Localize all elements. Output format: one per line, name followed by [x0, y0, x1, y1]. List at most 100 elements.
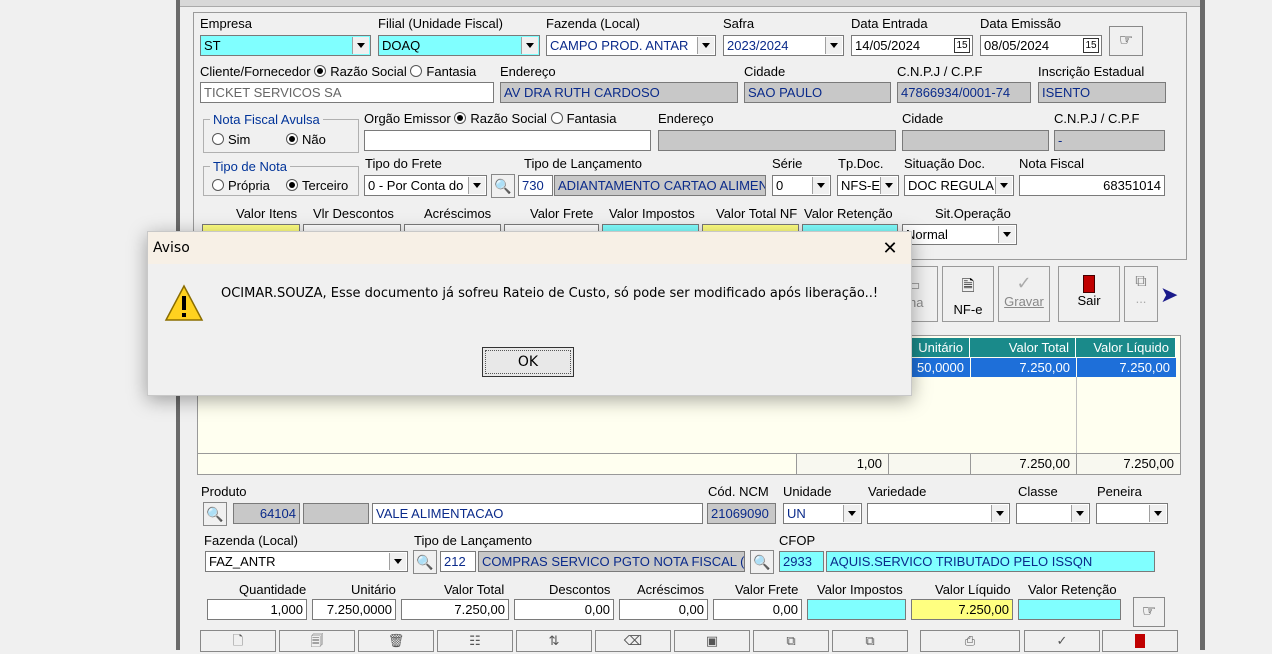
dropdown-arrow-icon[interactable]	[468, 177, 485, 194]
item-retencao-field[interactable]	[1018, 599, 1121, 620]
orgao-fantasia-radio[interactable]	[550, 112, 563, 124]
item-liquido-field[interactable]: 7.250,00	[911, 599, 1013, 620]
dropdown-arrow-icon[interactable]	[825, 37, 842, 54]
nao-radio[interactable]: Não	[286, 132, 326, 147]
magnifier-icon[interactable]: 🔍	[413, 550, 437, 574]
razao-radio[interactable]	[314, 65, 327, 77]
pointing-hand-icon[interactable]: ☞	[1133, 597, 1165, 627]
classe-select[interactable]	[1016, 503, 1090, 524]
magnifier-icon[interactable]: 🔍	[750, 550, 774, 574]
dropdown-arrow-icon[interactable]	[880, 177, 897, 194]
dialog-titlebar[interactable]: Aviso ✕	[148, 232, 911, 264]
cfop-desc-field[interactable]: AQUIS.SERVICO TRIBUTADO PELO ISSQN	[826, 551, 1155, 572]
cnpj-field[interactable]: 47866934/0001-74	[897, 82, 1031, 103]
item-total-field[interactable]: 7.250,00	[401, 599, 509, 620]
bottom-edit-button[interactable]: 🗐	[279, 630, 355, 652]
dropdown-arrow-icon[interactable]	[998, 226, 1015, 243]
pointing-hand-icon[interactable]: ☞	[1109, 26, 1143, 56]
lanc-code-field[interactable]: 730	[518, 175, 553, 196]
ncm-field[interactable]: 21069090	[707, 503, 776, 524]
quantidade-field[interactable]: 1,000	[207, 599, 307, 620]
close-icon[interactable]: ✕	[879, 237, 901, 259]
gravar-button[interactable]: ✓ Gravar	[998, 266, 1050, 322]
item-frete-field[interactable]: 0,00	[713, 599, 802, 620]
propria-radio[interactable]: Própria	[212, 178, 270, 193]
terceiro-radio[interactable]: Terceiro	[286, 178, 348, 193]
bottom-new-button[interactable]: 🗋	[200, 630, 276, 652]
dropdown-arrow-icon[interactable]	[843, 505, 860, 522]
item-lanc-code-field[interactable]: 212	[440, 551, 476, 572]
nf-field[interactable]: 68351014	[1019, 175, 1165, 196]
bottom-erase-button[interactable]: ⌫	[595, 630, 671, 652]
produto-blank-field[interactable]	[303, 503, 369, 524]
cliente-field[interactable]: TICKET SERVICOS SA	[200, 82, 494, 103]
item-fazenda-select[interactable]: FAZ_ANTR	[205, 551, 408, 572]
dropdown-arrow-icon[interactable]	[995, 177, 1012, 194]
lanc-desc-field[interactable]: ADIANTAMENTO CARTAO ALIMEN	[554, 175, 766, 196]
produto-code-field[interactable]: 64104	[233, 503, 300, 524]
dropdown-arrow-icon[interactable]	[389, 553, 406, 570]
bottom-sort-button[interactable]: ⇅	[516, 630, 592, 652]
magnifier-icon[interactable]: 🔍	[491, 174, 515, 198]
fazenda-select[interactable]: CAMPO PROD. ANTAR	[546, 35, 716, 56]
item-lanc-desc-field[interactable]: COMPRAS SERVICO PGTO NOTA FISCAL (I	[478, 551, 745, 572]
bottom-tree-button[interactable]: ☷	[437, 630, 513, 652]
tpdoc-select[interactable]: NFS-E	[837, 175, 899, 196]
ie-field[interactable]: ISENTO	[1038, 82, 1166, 103]
situacao-select[interactable]: DOC REGULA	[904, 175, 1014, 196]
bottom-print-button[interactable]: ⎙	[920, 630, 1020, 652]
table-row-liquido[interactable]: 7.250,00	[1077, 358, 1176, 377]
dropdown-arrow-icon[interactable]	[352, 37, 369, 54]
orgao-razao-radio[interactable]	[454, 112, 467, 124]
bottom-copy-button[interactable]: ⧉	[753, 630, 829, 652]
item-acrescimos-field[interactable]: 0,00	[619, 599, 708, 620]
dropdown-arrow-icon[interactable]	[1071, 505, 1088, 522]
peneira-select[interactable]	[1096, 503, 1168, 524]
col-valor-total[interactable]: Valor Total	[970, 338, 1076, 357]
bottom-cube-button[interactable]: ▣	[674, 630, 750, 652]
bottom-copy2-button[interactable]: ⧉	[832, 630, 908, 652]
bottom-delete-button[interactable]: 🗑	[358, 630, 434, 652]
dropdown-arrow-icon[interactable]	[812, 177, 829, 194]
nfe-button[interactable]: 🗎 NF-e	[942, 266, 994, 322]
orgao-cnpj-field[interactable]: -	[1054, 130, 1165, 151]
orgao-cidade-field[interactable]	[902, 130, 1049, 151]
serie-select[interactable]: 0	[772, 175, 831, 196]
filial-select[interactable]: DOAQ	[378, 35, 540, 56]
sim-radio[interactable]: Sim	[212, 132, 250, 147]
frete-select[interactable]: 0 - Por Conta do	[364, 175, 487, 196]
table-row-total[interactable]: 7.250,00	[971, 358, 1076, 377]
endereco-field[interactable]: AV DRA RUTH CARDOSO	[500, 82, 738, 103]
produto-desc-field[interactable]: VALE ALIMENTACAO	[372, 503, 703, 524]
sair-button[interactable]: Sair	[1058, 266, 1120, 322]
bottom-check-button[interactable]: ✓	[1024, 630, 1100, 652]
dropdown-arrow-icon[interactable]	[521, 37, 538, 54]
empresa-select[interactable]: ST	[200, 35, 371, 56]
orgao-field[interactable]	[364, 130, 651, 151]
dropdown-arrow-icon[interactable]	[1149, 505, 1166, 522]
arrow-right-icon[interactable]: ➤	[1160, 282, 1178, 308]
more-button[interactable]: ⧉...	[1124, 266, 1158, 322]
orgao-endereco-field[interactable]	[658, 130, 896, 151]
sit-operacao-select[interactable]: Normal	[902, 224, 1017, 245]
bottom-exit-button[interactable]	[1102, 630, 1178, 652]
fantasia-radio[interactable]	[410, 65, 423, 77]
ok-button[interactable]: OK	[482, 347, 574, 377]
item-unitario-field[interactable]: 7.250,0000	[312, 599, 396, 620]
calendar-icon[interactable]: 15	[1083, 38, 1099, 53]
unidade-select[interactable]: UN	[783, 503, 862, 524]
magnifier-icon[interactable]: 🔍	[203, 502, 227, 526]
dropdown-arrow-icon[interactable]	[697, 37, 714, 54]
item-acrescimos-label: Acréscimos	[637, 582, 705, 597]
col-valor-liquido[interactable]: Valor Líquido	[1076, 338, 1176, 357]
data-emissao-field[interactable]: 08/05/2024 15	[980, 35, 1102, 56]
cidade-field[interactable]: SAO PAULO	[744, 82, 891, 103]
data-entrada-field[interactable]: 14/05/2024 15	[851, 35, 973, 56]
calendar-icon[interactable]: 15	[954, 38, 970, 53]
item-descontos-field[interactable]: 0,00	[514, 599, 614, 620]
safra-select[interactable]: 2023/2024	[723, 35, 844, 56]
variedade-select[interactable]	[867, 503, 1010, 524]
item-impostos-field[interactable]	[807, 599, 906, 620]
dropdown-arrow-icon[interactable]	[991, 505, 1008, 522]
cfop-code-field[interactable]: 2933	[779, 551, 824, 572]
